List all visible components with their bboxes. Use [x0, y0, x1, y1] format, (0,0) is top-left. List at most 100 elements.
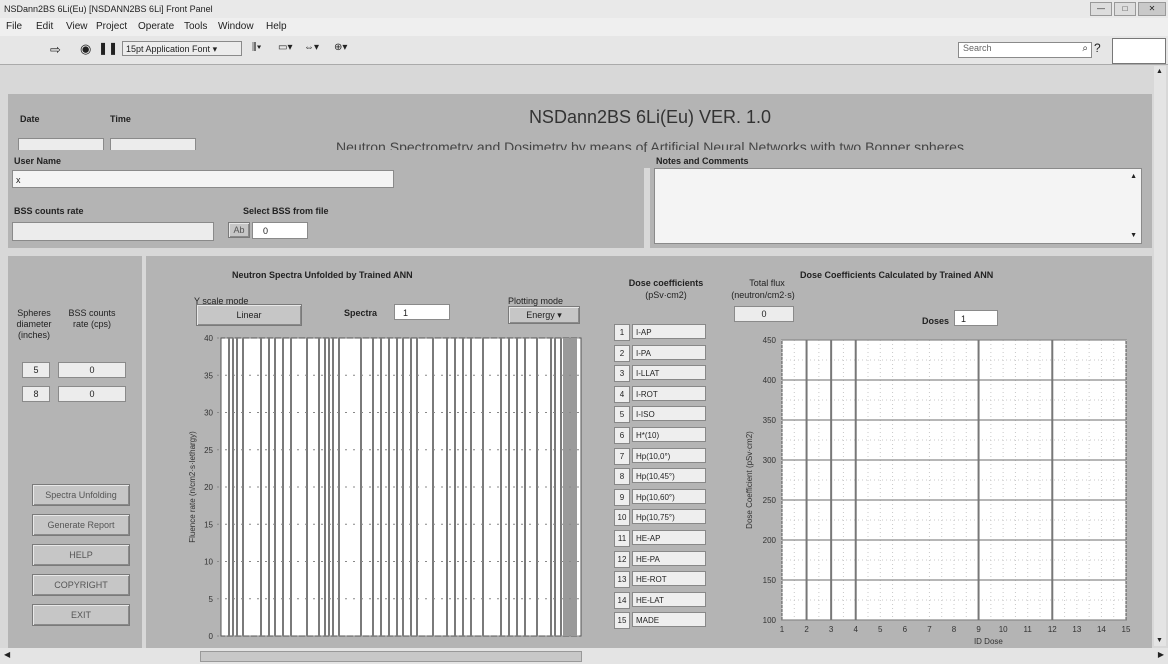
plotting-mode-label: Plotting mode — [508, 296, 564, 306]
coefficient-index: 6 — [614, 427, 630, 444]
select-bss-input[interactable]: 0 — [252, 222, 308, 239]
abort-icon[interactable]: ◉ — [80, 41, 91, 57]
time-label: Time — [110, 114, 131, 124]
spectra-unfolding-button[interactable]: Spectra Unfolding — [32, 484, 130, 506]
horizontal-scroll-thumb[interactable] — [200, 651, 582, 662]
scroll-down-icon[interactable]: ▼ — [1156, 637, 1163, 644]
spectrum-y-tick-label: 30 — [204, 409, 213, 418]
dose-x-tick-label: 8 — [952, 625, 957, 634]
notes-textarea[interactable]: ▲ ▼ — [654, 168, 1142, 244]
window-title-bar: NSDann2BS 6Li(Eu) [NSDANN2BS 6Li] Front … — [0, 0, 1168, 19]
dose-y-tick-label: 150 — [763, 576, 777, 585]
coefficient-index: 4 — [614, 385, 630, 403]
menu-edit[interactable]: Edit — [36, 18, 53, 36]
coefficient-name: HE-AP — [632, 530, 706, 545]
coefficient-index: 2 — [614, 344, 630, 362]
bss-counts-header: BSS counts rate (cps) — [68, 308, 116, 329]
minimize-button[interactable]: — — [1090, 2, 1112, 16]
exit-button[interactable]: EXIT — [32, 604, 130, 626]
sphere-diameter-1: 5 — [22, 362, 50, 378]
reorder-icon[interactable]: ⊕▾ — [334, 42, 347, 53]
menu-view[interactable]: View — [66, 18, 88, 36]
help-icon[interactable]: ? — [1094, 41, 1101, 55]
browse-button[interactable]: Ab — [228, 222, 250, 238]
dose-chart: 1001502002503003504004501 2 3 4 5 6 7 8 9 10 11 12 1… — [745, 336, 1131, 646]
generate-report-button[interactable]: Generate Report — [32, 514, 130, 536]
dose-x-tick-label: 11 — [1024, 625, 1033, 634]
search-input[interactable]: Search ⌕ — [958, 42, 1092, 58]
scroll-up-icon[interactable]: ▲ — [1156, 68, 1163, 75]
dose-x-tick-label: 13 — [1072, 625, 1081, 634]
vi-icon — [1112, 38, 1166, 64]
distribute-icon[interactable]: ▭▾ — [278, 42, 292, 53]
spectrum-y-tick-label: 40 — [204, 334, 213, 343]
run-arrow-icon[interactable]: ⇨ — [50, 42, 61, 58]
bss-counts-label: BSS counts rate — [14, 206, 84, 216]
menu-help[interactable]: Help — [266, 18, 287, 36]
window-title: NSDann2BS 6Li(Eu) [NSDANN2BS 6Li] Front … — [4, 4, 213, 14]
doses-label: Doses — [922, 316, 950, 326]
coefficient-name: I-ISO — [632, 406, 706, 422]
coefficient-name: I-AP — [632, 324, 706, 339]
window-horizontal-scrollbar[interactable]: ◀ ▶ — [0, 648, 1168, 664]
menu-window[interactable]: Window — [218, 18, 254, 36]
copyright-button[interactable]: COPYRIGHT — [32, 574, 130, 596]
maximize-button[interactable]: □ — [1114, 2, 1136, 16]
menu-operate[interactable]: Operate — [138, 18, 174, 36]
font-select-value: 15pt Application Font — [126, 44, 211, 54]
pause-icon[interactable]: ❚❚ — [98, 41, 118, 55]
align-icon[interactable]: ⫼▾ — [252, 42, 261, 53]
sphere-counts-1: 0 — [58, 362, 126, 378]
coefficient-index: 9 — [614, 488, 630, 506]
y-scale-button[interactable]: Linear — [196, 304, 302, 326]
coefficient-name: Hp(10,0°) — [632, 447, 706, 463]
coefficients-list: 1 I-AP 2 I-PA 3 I-LLAT 4 I-ROT 5 I-ISO 6 H*(10) 7 Hp(… — [614, 324, 724, 644]
dose-chart-title: Dose Coefficients Calculated by Trained … — [800, 270, 994, 280]
notes-scroll-down-icon[interactable]: ▼ — [1130, 232, 1137, 239]
select-bss-label: Select BSS from file — [243, 206, 329, 216]
dose-x-tick-label: 6 — [903, 625, 908, 634]
help-button[interactable]: HELP — [32, 544, 130, 566]
dose-y-tick-label: 250 — [763, 496, 777, 505]
scroll-left-icon[interactable]: ◀ — [4, 650, 10, 659]
doses-index-input[interactable]: 1 — [954, 310, 998, 326]
menu-tools[interactable]: Tools — [184, 18, 207, 36]
coefficients-unit: (pSv·cm2) — [645, 290, 687, 300]
resize-icon[interactable]: ⇔▾ — [304, 42, 319, 53]
window-vertical-scrollbar[interactable]: ▲ ▼ — [1154, 66, 1166, 646]
coefficient-name: HE-PA — [632, 550, 706, 566]
dose-x-tick-label: 14 — [1097, 625, 1106, 634]
dose-x-tick-label: 2 — [804, 625, 809, 634]
dose-y-tick-label: 350 — [763, 416, 777, 425]
dose-x-tick-label: 5 — [878, 625, 883, 634]
dose-x-tick-label: 4 — [853, 625, 858, 634]
coefficient-row: 1 I-AP — [614, 324, 724, 341]
spectrum-y-tick-label: 10 — [204, 558, 213, 567]
font-select[interactable]: 15pt Application Font ▾ — [122, 41, 242, 56]
coefficient-index: 10 — [614, 509, 630, 527]
coefficient-row: 15 MADE — [614, 612, 724, 630]
scroll-right-icon[interactable]: ▶ — [1158, 650, 1164, 659]
close-button[interactable]: ✕ — [1138, 2, 1166, 16]
spectrum-y-axis-label: Fluence rate (n/cm2·s·lethargy) — [188, 431, 197, 543]
notes-scroll-up-icon[interactable]: ▲ — [1130, 173, 1137, 180]
menu-file[interactable]: File — [6, 18, 22, 36]
spectra-index-input[interactable]: 1 — [394, 304, 450, 320]
plotting-mode-select[interactable]: Energy ▾ — [508, 306, 580, 324]
search-placeholder: Search — [963, 43, 992, 53]
coefficient-row: 11 HE-AP — [614, 530, 724, 547]
coefficient-row: 9 Hp(10,60°) — [614, 488, 724, 506]
user-name-input[interactable]: x — [12, 170, 394, 188]
user-name-label: User Name — [14, 156, 62, 166]
menu-bar: File Edit View Project Operate Tools Win… — [0, 18, 1168, 36]
sphere-diameter-header: Spheres diameter (inches) — [16, 308, 52, 340]
bss-counts-array[interactable] — [12, 222, 214, 241]
total-flux-unit: (neutron/cm2·s) — [731, 290, 795, 300]
toolbar: ⇨ ◉ ❚❚ 15pt Application Font ▾ ⫼▾ ▭▾ ⇔▾ … — [0, 36, 1168, 65]
menu-project[interactable]: Project — [96, 18, 127, 36]
spectra-label: Spectra — [344, 308, 378, 318]
search-icon[interactable]: ⌕ — [1082, 43, 1088, 54]
coefficient-name: Hp(10,75°) — [632, 509, 706, 525]
dose-chart-area: 100 150 200 250 300 350 400 450 1 2 3 4 5 6 7 8 9 10 11 12 1… — [740, 332, 1140, 654]
coefficient-row: 14 HE-LAT — [614, 591, 724, 609]
